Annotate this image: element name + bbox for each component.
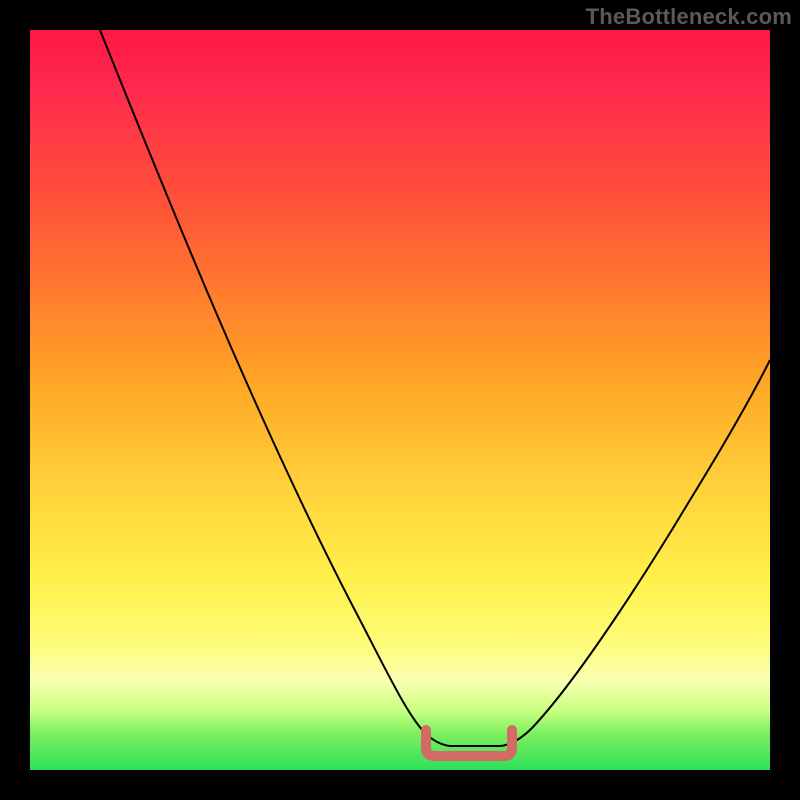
bottleneck-curve-svg [30,30,770,770]
chart-stage: TheBottleneck.com [0,0,800,800]
gradient-plot-area [30,30,770,770]
watermark-text: TheBottleneck.com [586,4,792,30]
bottleneck-curve [100,30,770,746]
optimal-range-bracket [426,730,512,756]
